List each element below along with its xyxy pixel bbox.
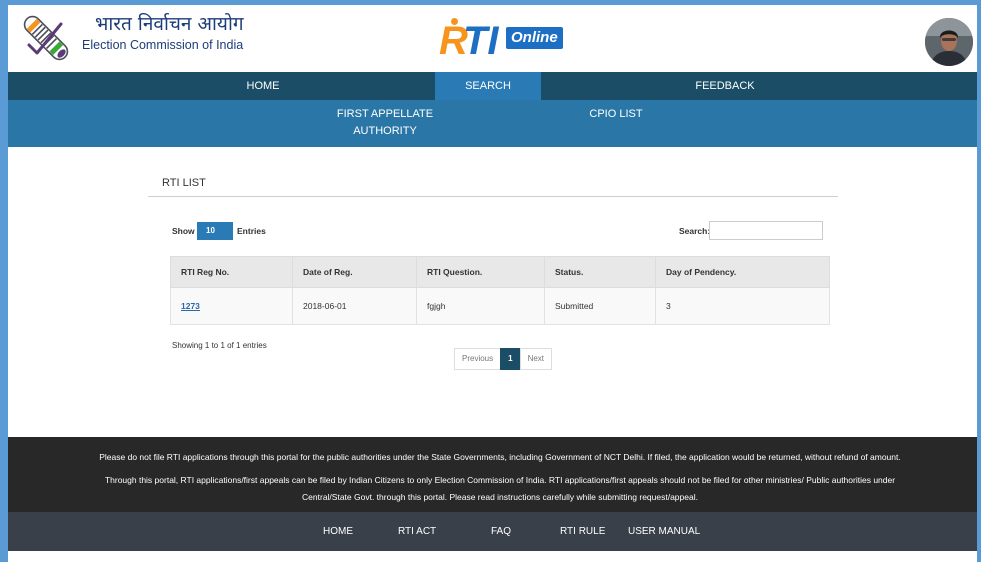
pagination-previous-button[interactable]: Previous xyxy=(454,348,502,370)
footer-notice: Please do not file RTI applications thro… xyxy=(0,437,981,512)
cell-date: 2018-06-01 xyxy=(292,287,417,325)
length-show-label: Show xyxy=(172,226,195,236)
column-header-status[interactable]: Status. xyxy=(544,256,656,288)
rti-list-table: RTI Reg No. Date of Reg. RTI Question. S… xyxy=(170,256,830,325)
nav-item-search[interactable]: SEARCH xyxy=(435,72,541,100)
cell-status: Submitted xyxy=(544,287,656,325)
footer-notice-line: Please do not file RTI applications thro… xyxy=(99,452,901,462)
footer-link-rti-act[interactable]: RTI ACT xyxy=(398,512,436,551)
column-header-pendency[interactable]: Day of Pendency. xyxy=(655,256,830,288)
table-header-row: RTI Reg No. Date of Reg. RTI Question. S… xyxy=(170,256,830,288)
footer-link-home[interactable]: HOME xyxy=(323,512,353,551)
column-header-date[interactable]: Date of Reg. xyxy=(292,256,417,288)
pagination-page-1[interactable]: 1 xyxy=(500,348,521,370)
eci-logo-icon xyxy=(20,12,72,64)
column-header-reg-no[interactable]: RTI Reg No. xyxy=(170,256,293,288)
nav-item-home[interactable]: HOME xyxy=(213,72,313,100)
pagination: Previous 1 Next xyxy=(454,348,553,370)
subnav-item-first-appellate-authority[interactable]: FIRST APPELLATE AUTHORITY xyxy=(325,106,445,140)
column-header-question[interactable]: RTI Question. xyxy=(416,256,545,288)
subnav-item-cpio-list[interactable]: CPIO LIST xyxy=(566,106,666,123)
page-title: RTI LIST xyxy=(162,177,206,189)
logo-online-badge: Online xyxy=(506,27,563,49)
nav-item-feedback[interactable]: FEEDBACK xyxy=(675,72,775,100)
footer-link-rti-rule[interactable]: RTI RULE xyxy=(560,512,605,551)
table-row: 1273 2018-06-01 fgjgh Submitted 3 xyxy=(170,287,830,325)
footer-notice-line: Central/State Govt. through this portal.… xyxy=(302,492,698,502)
pagination-next-button[interactable]: Next xyxy=(519,348,553,370)
table-info: Showing 1 to 1 of 1 entries xyxy=(172,341,267,350)
org-name-hindi: भारत निर्वाचन आयोग xyxy=(95,13,244,35)
search-label: Search: xyxy=(679,226,711,236)
footer-link-faq[interactable]: FAQ xyxy=(491,512,511,551)
title-divider xyxy=(148,196,838,197)
rti-reg-no-link[interactable]: 1273 xyxy=(181,301,200,311)
search-input[interactable] xyxy=(709,221,823,240)
cell-reg-no: 1273 xyxy=(170,287,293,325)
rti-online-logo: R TI Online xyxy=(437,18,563,63)
user-avatar-icon[interactable] xyxy=(925,18,973,66)
main-nav: HOME SEARCH FEEDBACK xyxy=(0,72,981,100)
site-header: भारत निर्वाचन आयोग Election Commission o… xyxy=(0,0,981,72)
length-entries-label: Entries xyxy=(237,226,266,236)
cell-question: fgjgh xyxy=(416,287,545,325)
org-name-english: Election Commission of India xyxy=(82,38,244,52)
cell-pendency: 3 xyxy=(655,287,830,325)
footer-nav: HOME RTI ACT FAQ RTI RULE USER MANUAL xyxy=(0,512,981,551)
logo-letters-ti: TI xyxy=(463,19,499,63)
sub-nav: FIRST APPELLATE AUTHORITY CPIO LIST xyxy=(0,100,981,147)
footer-notice-line: Through this portal, RTI applications/fi… xyxy=(104,475,896,485)
entries-length-select[interactable]: 10 xyxy=(197,222,233,240)
footer-link-user-manual[interactable]: USER MANUAL xyxy=(628,512,700,551)
